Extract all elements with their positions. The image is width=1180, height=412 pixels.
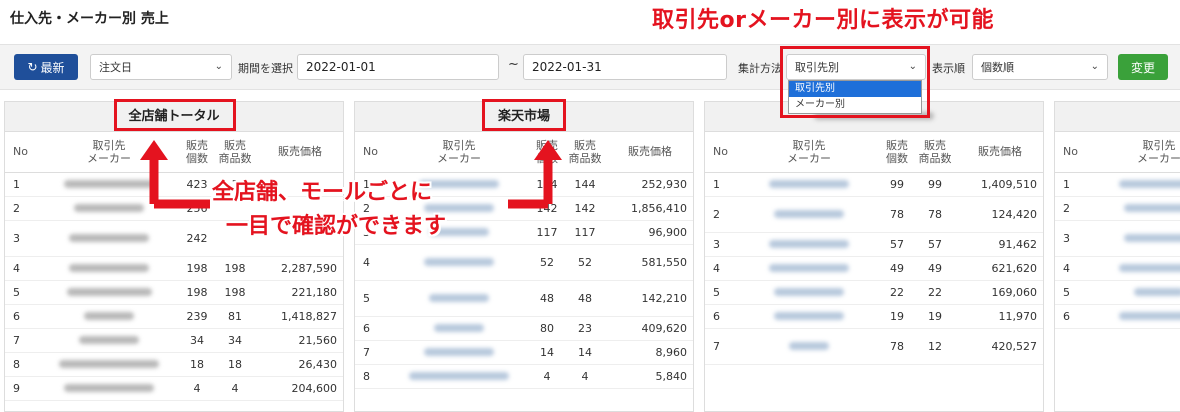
sales-table: No 取引先 メーカー 1 2 3 4 5 6 <box>1055 132 1180 329</box>
highlight-box-all-stores <box>114 99 236 131</box>
sort-value: 個数順 <box>981 61 1014 74</box>
table-row[interactable]: 4 49 49 621,620 <box>705 256 1043 281</box>
col-price: 販売価格 <box>605 132 693 173</box>
table-row[interactable]: 6 80 23 409,620 <box>355 316 693 341</box>
table-header-row: No 取引先 メーカー <box>1055 132 1180 173</box>
table-row[interactable]: 4 52 52 581,550 <box>355 244 693 281</box>
chevron-down-icon: ⌄ <box>1090 61 1099 72</box>
callout-line-1: 全店舗、モールごとに <box>212 180 433 205</box>
table-row[interactable]: 3 <box>1055 220 1180 257</box>
callout-line-2: 一目で確認ができます <box>226 214 447 239</box>
page-title: 仕入先・メーカー別 売上 <box>10 11 169 27</box>
table-row[interactable]: 3 57 57 91,462 <box>705 232 1043 257</box>
table-row[interactable]: 9 4 4 204,600 <box>5 376 343 401</box>
arrow-to-rakuten <box>508 140 562 209</box>
table-row[interactable]: 2 <box>1055 196 1180 221</box>
table-row[interactable]: 4 <box>1055 256 1180 281</box>
refresh-icon: ↻ <box>27 60 38 74</box>
table-row[interactable]: 2 78 78 124,420 <box>705 196 1043 233</box>
table-row[interactable]: 1 99 99 1,409,510 <box>705 172 1043 197</box>
aggregation-label: 集計方法 <box>738 62 782 75</box>
change-button[interactable]: 変更 <box>1118 54 1168 80</box>
table-row[interactable]: 7 78 12 420,527 <box>705 328 1043 365</box>
date-from-input[interactable]: 2022-01-01 <box>297 54 499 80</box>
table-row[interactable]: 4 198 198 2,287,590 <box>5 256 343 281</box>
col-no: No <box>5 132 39 173</box>
col-no: No <box>705 132 739 173</box>
col-no: No <box>355 132 389 173</box>
panel-other-mall: No 取引先 メーカー 1 2 3 4 5 6 <box>1054 101 1180 412</box>
table-row[interactable]: 6 19 19 11,970 <box>705 304 1043 329</box>
col-price: 販売価格 <box>955 132 1043 173</box>
table-row[interactable]: 8 18 18 26,430 <box>5 352 343 377</box>
table-header-row: No 取引先メーカー 販売個数 販売商品数 販売価格 <box>705 132 1043 173</box>
period-label: 期間を選択 <box>238 62 293 75</box>
highlight-box-aggregation <box>780 46 930 118</box>
table-row[interactable]: 1 <box>1055 172 1180 197</box>
table-row[interactable]: 8 4 4 5,840 <box>355 364 693 389</box>
feature-headline: 取引先orメーカー別に表示が可能 <box>652 8 994 33</box>
col-qty: 販売個数 <box>879 132 915 173</box>
order-type-select[interactable]: 注文日 ⌄ <box>90 54 232 80</box>
table-row[interactable]: 7 14 14 8,960 <box>355 340 693 365</box>
chevron-down-icon: ⌄ <box>214 61 223 72</box>
order-type-value: 注文日 <box>99 61 132 74</box>
table-row[interactable]: 5 198 198 221,180 <box>5 280 343 305</box>
refresh-button[interactable]: ↻ 最新 <box>14 54 78 80</box>
filter-toolbar: ↻ 最新 注文日 ⌄ 期間を選択 2022-01-01 ~ 2022-01-31… <box>0 44 1180 90</box>
sort-label: 表示順 <box>932 62 965 75</box>
panel-yahoo: No 取引先 メーカー 販売 個数 販売 商品数 販売価格 1 99 99 1,409,51… <box>704 101 1044 412</box>
highlight-box-rakuten <box>482 99 566 131</box>
col-items: 販売 商品数 <box>915 132 955 173</box>
col-items: 販売 商品数 <box>565 132 605 173</box>
table-row[interactable]: 6 <box>1055 304 1180 329</box>
table-row[interactable]: 5 48 48 142,210 <box>355 280 693 317</box>
sort-select[interactable]: 個数順 ⌄ <box>972 54 1108 80</box>
col-price: 販売価格 <box>255 132 343 173</box>
sales-table: No 取引先 メーカー 販売 個数 販売 商品数 販売価格 1 99 99 1,409,51… <box>705 132 1043 365</box>
date-range-tilde: ~ <box>508 57 519 72</box>
date-to-input[interactable]: 2022-01-31 <box>523 54 727 80</box>
table-row[interactable]: 5 <box>1055 280 1180 305</box>
col-partner: 取引先 メーカー <box>739 132 879 173</box>
col-partner: 取引先 メーカー <box>1089 132 1180 173</box>
refresh-label: 最新 <box>40 60 65 75</box>
table-row[interactable]: 5 22 22 169,060 <box>705 280 1043 305</box>
col-no: No <box>1055 132 1089 173</box>
table-row[interactable]: 6 239 81 1,418,827 <box>5 304 343 329</box>
panel-title <box>1055 102 1180 132</box>
table-row[interactable]: 7 34 34 21,560 <box>5 328 343 353</box>
